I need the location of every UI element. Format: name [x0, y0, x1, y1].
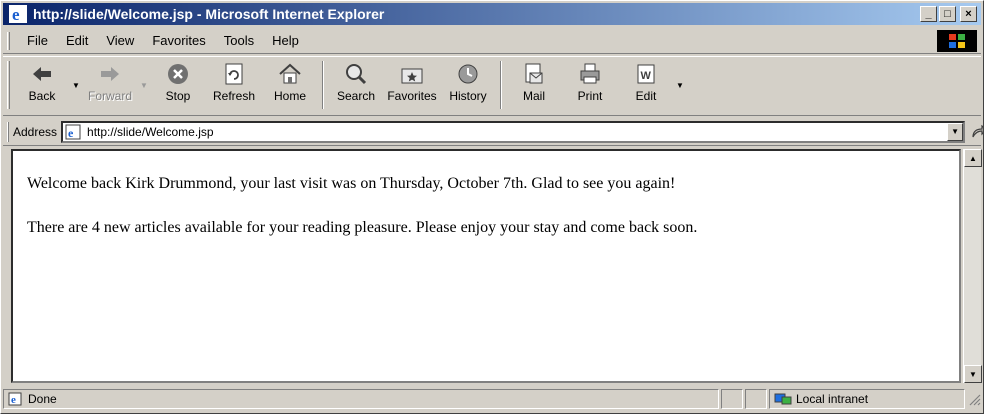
favorites-label: Favorites [387, 89, 437, 103]
toolbar-separator [500, 61, 502, 109]
close-button[interactable]: × [960, 6, 977, 22]
security-zone-text: Local intranet [796, 392, 869, 406]
menu-tools[interactable]: Tools [215, 33, 263, 48]
chevron-down-icon: ▼ [951, 127, 959, 136]
search-icon [346, 64, 367, 85]
forward-button[interactable]: Forward [82, 61, 138, 103]
back-arrow-icon [33, 67, 51, 81]
edit-dropdown-button[interactable]: ▼ [674, 61, 686, 109]
ie-logo-icon: e [9, 5, 27, 23]
refresh-button[interactable]: Refresh [206, 61, 262, 103]
browser-window: e http://slide/Welcome.jsp - Microsoft I… [0, 0, 984, 414]
chevron-down-icon: ▼ [140, 80, 148, 90]
windows-flag-icon [949, 34, 965, 48]
scroll-up-button[interactable]: ▲ [964, 149, 982, 167]
maximize-button[interactable]: □ [939, 6, 956, 22]
toolbar-grip[interactable] [7, 61, 10, 109]
page-icon: e [65, 124, 81, 140]
address-input[interactable]: e http://slide/Welcome.jsp ▼ [61, 120, 966, 143]
svg-text:e: e [68, 126, 74, 140]
forward-arrow-icon [101, 67, 119, 81]
forward-label: Forward [87, 89, 132, 103]
menu-grip[interactable] [7, 31, 10, 50]
edit-icon: W [637, 64, 655, 84]
page-content: Welcome back Kirk Drummond, your last vi… [11, 149, 961, 383]
stop-label: Stop [165, 89, 191, 103]
search-button[interactable]: Search [328, 61, 384, 103]
chevron-up-icon: ▲ [969, 153, 977, 163]
favorites-button[interactable]: Favorites [384, 61, 440, 103]
history-button[interactable]: History [440, 61, 496, 103]
address-grip[interactable] [7, 121, 9, 142]
back-dropdown-button[interactable]: ▼ [70, 61, 82, 109]
refresh-label: Refresh [212, 89, 256, 103]
welcome-message: Welcome back Kirk Drummond, your last vi… [27, 175, 676, 192]
windows-logo-throbber [937, 30, 977, 52]
security-zone-panel[interactable]: Local intranet [769, 389, 965, 409]
svg-text:e: e [11, 394, 16, 406]
maximize-icon: □ [944, 7, 951, 20]
menu-help[interactable]: Help [263, 33, 308, 48]
back-button[interactable]: Back [14, 61, 70, 103]
chevron-down-icon: ▼ [676, 80, 684, 90]
history-label: History [449, 89, 487, 103]
page-done-icon: e [8, 392, 22, 406]
minimize-icon: _ [925, 7, 932, 20]
back-label: Back [28, 89, 56, 103]
mail-button[interactable]: Mail [506, 61, 562, 103]
status-bar: e Done Local intranet [3, 387, 981, 411]
menu-favorites[interactable]: Favorites [143, 33, 214, 48]
minimize-button[interactable]: _ [920, 6, 937, 22]
menu-edit[interactable]: Edit [57, 33, 97, 48]
stop-icon [168, 64, 188, 84]
status-text: Done [28, 392, 57, 406]
vertical-scrollbar[interactable]: ▲ ▼ [963, 149, 982, 383]
home-label: Home [273, 89, 306, 103]
status-panel: e Done [3, 389, 719, 409]
articles-message: There are 4 new articles available for y… [27, 219, 698, 236]
resize-grip-icon[interactable] [967, 392, 981, 406]
status-panel-empty [721, 389, 743, 409]
address-url: http://slide/Welcome.jsp [87, 124, 214, 139]
edit-label: Edit [635, 89, 657, 103]
print-icon [580, 63, 600, 84]
chevron-down-icon: ▼ [969, 369, 977, 379]
menu-view[interactable]: View [97, 33, 143, 48]
edit-button[interactable]: W Edit [618, 61, 674, 103]
stop-button[interactable]: Stop [150, 61, 206, 103]
close-icon: × [965, 7, 972, 20]
svg-text:W: W [641, 70, 652, 82]
scroll-down-button[interactable]: ▼ [964, 365, 982, 383]
search-label: Search [336, 89, 376, 103]
intranet-zone-icon [774, 393, 792, 405]
chevron-down-icon: ▼ [72, 80, 80, 90]
go-arrow-icon [972, 124, 984, 137]
svg-text:e: e [12, 5, 20, 23]
toolbar-separator [322, 61, 324, 109]
window-controls: _ □ × [920, 6, 977, 22]
address-bar: Address e http://slide/Welcome.jsp ▼ Go [3, 118, 984, 146]
print-button[interactable]: Print [562, 61, 618, 103]
window-title: http://slide/Welcome.jsp - Microsoft Int… [33, 6, 385, 22]
title-bar[interactable]: e http://slide/Welcome.jsp - Microsoft I… [3, 3, 981, 25]
favorites-icon [401, 68, 423, 84]
mail-icon [525, 63, 543, 84]
history-icon [458, 64, 478, 84]
address-dropdown-button[interactable]: ▼ [947, 122, 964, 141]
forward-dropdown-button[interactable]: ▼ [138, 61, 150, 109]
address-label: Address [13, 124, 58, 139]
mail-label: Mail [522, 89, 545, 103]
menu-bar: File Edit View Favorites Tools Help [3, 28, 981, 54]
refresh-icon [225, 63, 243, 85]
go-button[interactable]: Go [971, 124, 984, 139]
print-label: Print [577, 89, 603, 103]
status-panel-empty [745, 389, 767, 409]
standard-toolbar: Back ▼ Forward ▼ Stop Refresh Home Searc… [3, 56, 981, 116]
menu-file[interactable]: File [18, 33, 57, 48]
home-button[interactable]: Home [262, 61, 318, 103]
home-icon [279, 63, 301, 84]
